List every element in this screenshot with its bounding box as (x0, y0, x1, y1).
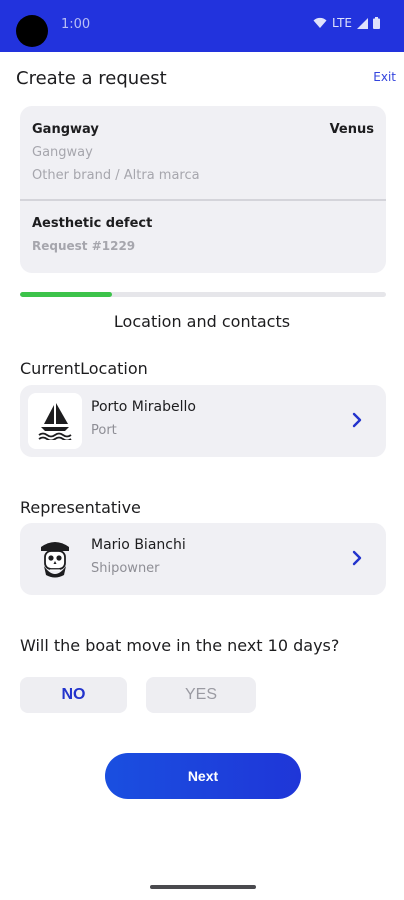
product-category: Gangway (32, 145, 93, 160)
product-section: Gangway Venus Gangway Other brand / Altr… (20, 106, 386, 199)
location-card[interactable]: Porto Mirabello Port (20, 385, 386, 457)
next-button[interactable]: Next (105, 753, 301, 799)
sailboat-icon (28, 393, 82, 449)
product-brand-detail: Other brand / Altra marca (32, 168, 200, 183)
summary-divider (20, 199, 386, 201)
pirate-avatar-icon (28, 531, 82, 587)
product-brand: Venus (329, 122, 374, 137)
chevron-right-icon (352, 412, 362, 432)
status-bar: 1:00 LTE (0, 0, 404, 52)
network-type: LTE (332, 16, 352, 30)
camera-cutout (16, 15, 48, 47)
location-label: CurrentLocation (20, 359, 148, 378)
request-summary-card: Gangway Venus Gangway Other brand / Altr… (20, 106, 386, 273)
boat-move-question: Will the boat move in the next 10 days? (20, 636, 340, 655)
representative-label: Representative (20, 498, 141, 517)
home-indicator[interactable] (150, 885, 256, 889)
representative-role: Shipowner (91, 561, 160, 576)
request-number: Request #1229 (32, 239, 136, 253)
representative-name: Mario Bianchi (91, 537, 186, 553)
status-time: 1:00 (61, 17, 91, 32)
defect-title: Aesthetic defect (32, 216, 153, 231)
product-name: Gangway (32, 122, 99, 137)
location-type: Port (91, 423, 117, 438)
answer-no-button[interactable]: NO (20, 677, 127, 713)
location-name: Porto Mirabello (91, 399, 196, 415)
section-title: Location and contacts (113, 312, 291, 331)
answer-yes-button[interactable]: YES (146, 677, 256, 713)
signal-icon (357, 17, 368, 29)
chevron-right-icon (352, 550, 362, 570)
wifi-icon (313, 17, 327, 29)
progress-fill (20, 292, 112, 297)
system-icons: LTE (313, 16, 380, 30)
battery-icon (373, 17, 380, 29)
representative-card[interactable]: Mario Bianchi Shipowner (20, 523, 386, 595)
progress-bar (20, 292, 386, 297)
exit-link[interactable]: Exit (373, 70, 396, 84)
page-title: Create a request (16, 68, 167, 89)
